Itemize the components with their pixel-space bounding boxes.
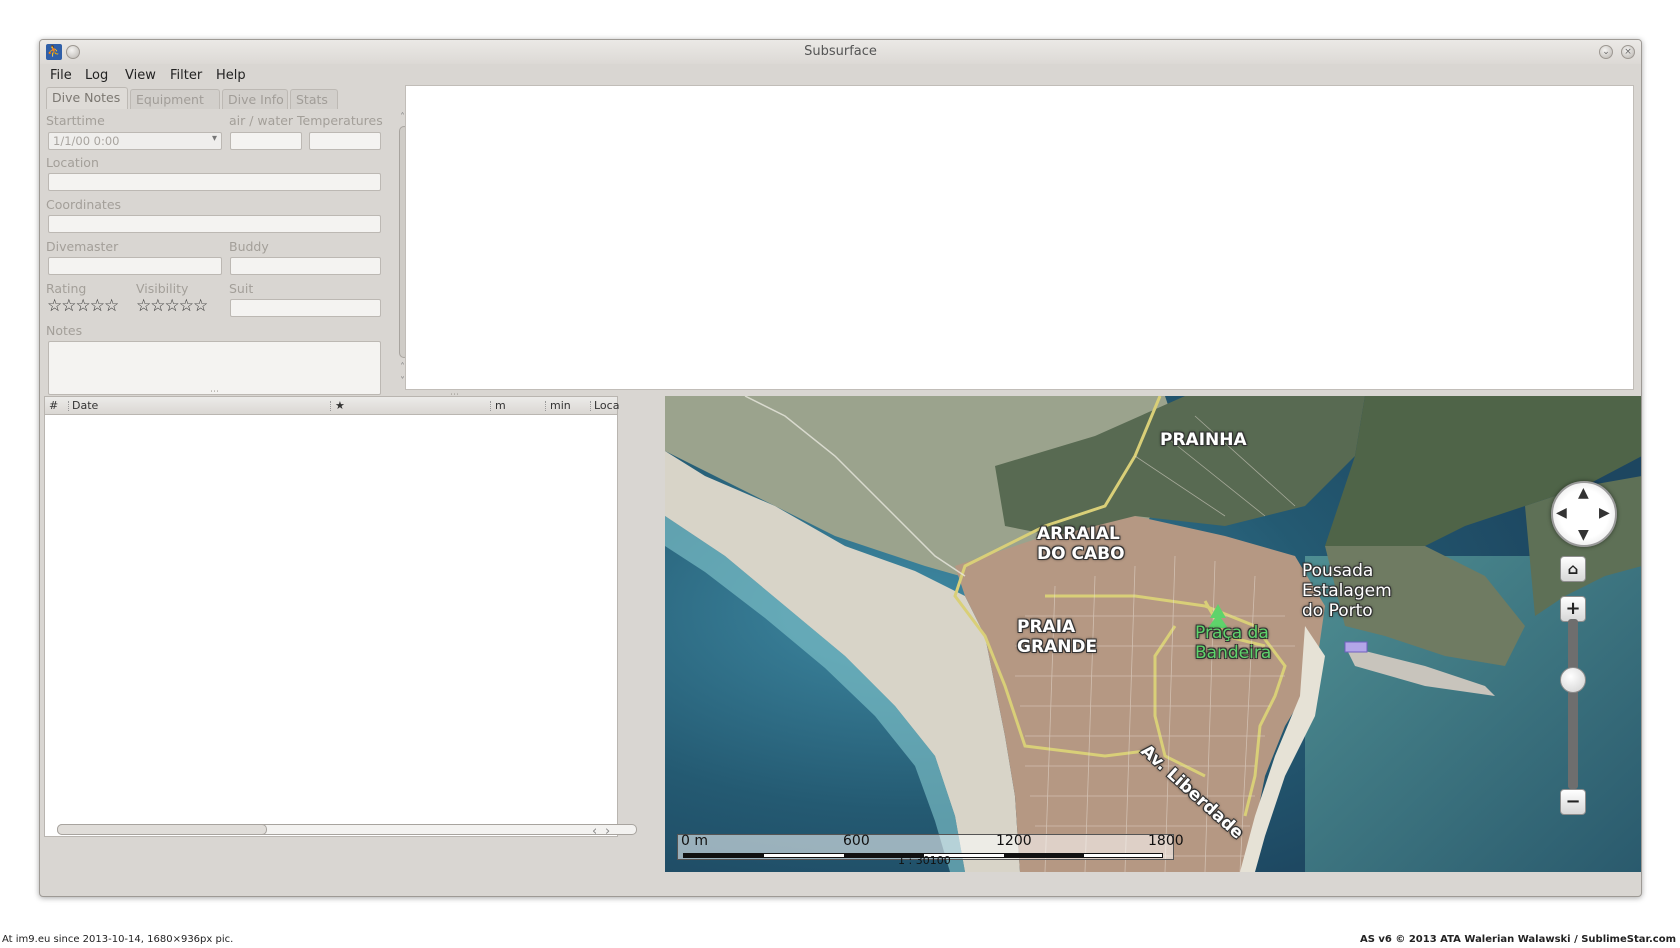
column-location[interactable]: Loca	[594, 399, 619, 412]
window-title: Subsurface	[804, 44, 877, 59]
column-separator[interactable]	[330, 401, 331, 411]
water-temperature-input[interactable]	[309, 132, 381, 150]
visibility-stars[interactable]: ☆☆☆☆☆	[136, 297, 208, 315]
dive-list-hscrollbar[interactable]	[53, 824, 637, 836]
map-label-praia-grande: PRAIA GRANDE	[1017, 617, 1098, 657]
map-label-arraial: ARRAIAL DO CABO	[1037, 524, 1125, 564]
coordinates-label: Coordinates	[46, 197, 122, 212]
column-duration[interactable]: min	[550, 399, 571, 412]
tab-equipment[interactable]: Equipment	[130, 89, 220, 109]
map-label-prainha: PRAINHA	[1160, 430, 1247, 450]
scroll-right-icon[interactable]: ›	[605, 824, 610, 839]
scale-ratio: 1 : 30100	[898, 854, 951, 867]
column-separator[interactable]	[590, 401, 591, 411]
location-label: Location	[46, 155, 99, 170]
dive-list-hscroll-thumb[interactable]	[57, 824, 267, 835]
titlebar[interactable]: ⛹ Subsurface ⌄ ×	[40, 40, 1641, 64]
menu-help[interactable]: Help	[216, 68, 246, 83]
map-label-pousada: Pousada Estalagem do Porto	[1302, 561, 1392, 621]
pan-up-icon[interactable]: ▲	[1578, 485, 1589, 501]
buddy-input[interactable]	[230, 257, 381, 275]
coordinates-input[interactable]	[48, 215, 381, 233]
scroll-left-icon[interactable]: ‹	[592, 824, 597, 839]
notes-label: Notes	[46, 323, 83, 338]
footer-left-text: At im9.eu since 2013-10-14, 1680×936px p…	[2, 934, 234, 945]
column-number[interactable]: #	[49, 399, 58, 412]
chevron-down-icon: ▾	[211, 133, 217, 144]
column-separator[interactable]	[68, 401, 69, 411]
rating-stars[interactable]: ☆☆☆☆☆	[47, 297, 119, 315]
footer-right-text: AS v6 © 2013 ATA Walerian Walawski / Sub…	[1359, 934, 1676, 945]
buddy-label: Buddy	[229, 239, 269, 254]
minimize-button[interactable]: ⌄	[1599, 45, 1613, 59]
zoom-slider-handle[interactable]	[1560, 667, 1586, 693]
tab-stats[interactable]: Stats	[290, 89, 338, 109]
close-button[interactable]: ×	[1621, 45, 1635, 59]
dive-list-table[interactable]: # Date ★ m min Loca	[44, 396, 637, 837]
dive-list-header: # Date ★ m min Loca	[45, 397, 619, 415]
pan-left-icon[interactable]: ◀	[1556, 505, 1567, 521]
divemaster-label: Divemaster	[46, 239, 119, 254]
menu-view[interactable]: View	[125, 68, 156, 83]
temperatures-label: air / water Temperatures	[229, 113, 383, 128]
suit-input[interactable]	[230, 299, 381, 317]
column-separator[interactable]	[545, 401, 546, 411]
zoom-slider-track[interactable]	[1568, 619, 1578, 789]
pan-down-icon[interactable]: ▼	[1578, 527, 1589, 543]
starttime-label: Starttime	[46, 113, 105, 128]
air-temperature-input[interactable]	[230, 132, 302, 150]
rating-label: Rating	[46, 281, 87, 296]
scale-tick: 0 m	[681, 833, 708, 849]
visibility-label: Visibility	[136, 281, 189, 296]
map-label-praca: Praça da Bandeira	[1195, 623, 1272, 663]
starttime-value: 1/1/00 0:00	[53, 134, 120, 148]
page-footer: At im9.eu since 2013-10-14, 1680×936px p…	[0, 934, 1680, 948]
suit-label: Suit	[229, 281, 254, 296]
pan-right-icon[interactable]: ▶	[1599, 505, 1610, 521]
tab-dive-notes[interactable]: Dive Notes	[46, 87, 128, 109]
menu-file[interactable]: File	[50, 68, 72, 83]
scale-tick: 1200	[996, 833, 1032, 849]
zoom-out-button[interactable]: −	[1560, 789, 1586, 815]
scale-tick: 600	[843, 833, 870, 849]
home-icon[interactable]: ⌂	[1560, 556, 1586, 582]
location-input[interactable]	[48, 173, 381, 191]
starttime-select[interactable]: 1/1/00 0:00 ▾	[48, 132, 222, 150]
tab-dive-info[interactable]: Dive Info	[222, 89, 288, 109]
menu-filter[interactable]: Filter	[170, 68, 202, 83]
dive-profile-canvas[interactable]	[405, 85, 1634, 390]
column-separator[interactable]	[490, 401, 491, 411]
column-depth[interactable]: m	[495, 399, 506, 412]
map-pan-control[interactable]: ▲ ▼ ◀ ▶	[1551, 481, 1617, 547]
scale-tick: 1800	[1148, 833, 1184, 849]
column-date[interactable]: Date	[72, 399, 98, 412]
column-rating[interactable]: ★	[335, 399, 345, 412]
divemaster-input[interactable]	[48, 257, 222, 275]
satellite-map-image	[665, 396, 1641, 872]
dive-map[interactable]: PRAINHA ARRAIAL DO CABO PRAIA GRANDE Pra…	[665, 396, 1641, 872]
menu-log[interactable]: Log	[85, 68, 108, 83]
map-scalebar: 0 m 600 1200 1800 1 : 30100	[677, 833, 1184, 867]
main-window: ⛹ Subsurface ⌄ × File Log View Filter He…	[39, 39, 1642, 897]
